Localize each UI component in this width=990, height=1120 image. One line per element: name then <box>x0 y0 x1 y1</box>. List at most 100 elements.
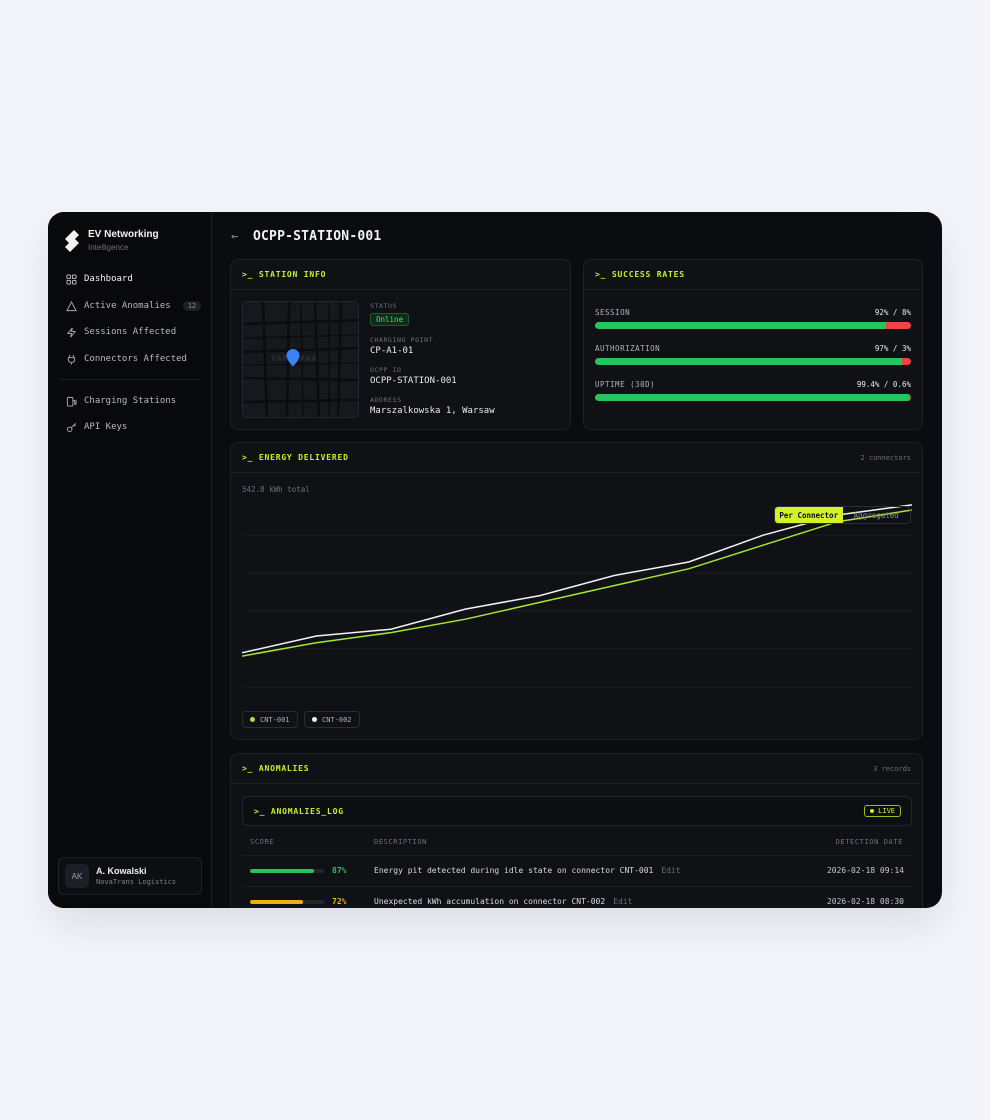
status-label: STATUS <box>370 302 398 310</box>
card-header: >_ STATION INFO <box>231 260 570 290</box>
bolt-icon <box>66 327 77 338</box>
anomalies-log-header: >_ ANOMALIES_LOG LIVE <box>242 796 912 826</box>
brand-logo-icon <box>65 230 79 252</box>
per-connector-toggle[interactable]: Per Connector <box>775 507 843 523</box>
sidebar-item-sessions-affected[interactable]: Sessions Affected <box>58 321 202 343</box>
user-name: A. Kowalski <box>96 866 147 876</box>
user-card[interactable]: AK A. Kowalski NovaTrans Logistics <box>58 857 202 895</box>
sidebar-item-label: Active Anomalies <box>84 301 171 311</box>
card-title: >_ ANOMALIES <box>242 764 310 773</box>
session-rate-label: SESSION <box>595 308 631 317</box>
session-rate-bar <box>595 322 911 329</box>
card-title: >_ ENERGY DELIVERED <box>242 453 349 462</box>
column-score[interactable]: SCORE <box>250 838 274 846</box>
uptime-rate-fill <box>595 394 910 401</box>
legend-dot <box>250 717 255 722</box>
warning-icon <box>66 300 77 312</box>
card-title: >_ STATION INFO <box>242 270 327 279</box>
uptime-rate-label: UPTIME (30D) <box>595 380 656 389</box>
column-detection-date[interactable]: DETECTION DATE <box>836 838 903 846</box>
edit-link[interactable]: Edit <box>661 866 680 875</box>
card-header: >_ SUCCESS RATES <box>584 260 922 290</box>
sidebar-item-label: Dashboard <box>84 274 133 284</box>
back-arrow-icon[interactable]: ← <box>231 229 238 243</box>
score-fill <box>250 869 315 873</box>
anomaly-count-badge: 12 <box>182 301 202 311</box>
legend-label: CNT-002 <box>322 715 352 724</box>
ocpp-id-label: OCPP ID <box>370 366 402 374</box>
table-row[interactable]: 87% Energy pit detected during idle stat… <box>242 855 912 886</box>
description-text: Energy pit detected during idle state on… <box>374 866 654 875</box>
legend-label: CNT-001 <box>260 715 290 724</box>
column-description[interactable]: DESCRIPTION <box>374 838 427 846</box>
energy-chart <box>242 504 912 688</box>
brand-name: EV Networking <box>88 229 159 240</box>
sidebar-item-label: Charging Stations <box>84 396 177 406</box>
live-label: LIVE <box>878 807 895 815</box>
map-pin-icon[interactable] <box>286 349 300 367</box>
main-content: ← OCPP-STATION-001 >_ STATION INFO VARS <box>213 212 942 908</box>
sidebar: EV Networking Intelligence Dashboard Act… <box>48 212 212 908</box>
station-info-card: >_ STATION INFO VARSZAWA ST <box>230 259 571 430</box>
legend-dot <box>312 717 317 722</box>
app-window: EV Networking Intelligence Dashboard Act… <box>48 212 942 908</box>
session-rate-value: 92% / 8% <box>874 308 911 317</box>
record-count: 3 records <box>873 765 911 773</box>
score-fill <box>250 900 304 904</box>
authorization-rate-label: AUTHORIZATION <box>595 344 661 353</box>
station-map[interactable]: VARSZAWA <box>242 301 359 418</box>
sidebar-divider <box>60 379 200 380</box>
page-title: OCPP-STATION-001 <box>253 229 382 244</box>
anomalies-card: >_ ANOMALIES 3 records >_ ANOMALIES_LOG … <box>230 753 923 908</box>
sidebar-item-api-keys[interactable]: API Keys <box>58 416 202 438</box>
brand[interactable]: EV Networking Intelligence <box>62 228 159 254</box>
sidebar-item-connectors-affected[interactable]: Connectors Affected <box>58 348 202 370</box>
live-dot-icon <box>870 809 875 813</box>
sidebar-item-label: Sessions Affected <box>84 327 177 337</box>
avatar: AK <box>65 864 89 888</box>
log-title: >_ ANOMALIES_LOG <box>254 807 344 816</box>
uptime-rate-bar <box>595 394 911 401</box>
ocpp-id-value: OCPP-STATION-001 <box>370 376 457 386</box>
status-badge: Online <box>370 313 410 326</box>
anomaly-description: Unexpected kWh accumulation on connector… <box>374 897 632 906</box>
page-background: EV Networking Intelligence Dashboard Act… <box>0 0 990 1120</box>
score-value: 72% <box>332 897 347 906</box>
user-org: NovaTrans Logistics <box>96 878 177 886</box>
sidebar-item-label: API Keys <box>84 422 128 432</box>
edit-link[interactable]: Edit <box>613 897 632 906</box>
card-header: >_ ANOMALIES 3 records <box>231 754 922 784</box>
sidebar-item-charging-stations[interactable]: Charging Stations <box>58 390 202 412</box>
legend-cnt-002[interactable]: CNT-002 <box>304 711 360 728</box>
score-bar <box>250 869 324 873</box>
energy-delivered-card: >_ ENERGY DELIVERED 2 connectors 542.8 k… <box>230 442 923 740</box>
plug-icon <box>66 354 77 365</box>
card-title: >_ SUCCESS RATES <box>595 270 685 279</box>
session-rate-fill <box>595 322 886 329</box>
address-value: Marszalkowska 1, Warsaw <box>370 406 495 416</box>
brand-subtitle: Intelligence <box>88 243 129 252</box>
success-rates-card: >_ SUCCESS RATES SESSION 92% / 8% AUTHOR… <box>583 259 923 430</box>
score-bar <box>250 900 324 904</box>
authorization-rate-bar <box>595 358 911 365</box>
grid-icon <box>66 273 77 285</box>
score-value: 87% <box>332 866 347 875</box>
charging-point-value: CP-A1-01 <box>370 346 414 356</box>
sidebar-item-active-anomalies[interactable]: Active Anomalies 12 <box>58 295 202 317</box>
legend-cnt-001[interactable]: CNT-001 <box>242 711 298 728</box>
connector-count: 2 connectors <box>860 454 911 462</box>
detection-date: 2026-02-18 08:30 <box>826 897 904 906</box>
uptime-rate-value: 99.4% / 0.6% <box>856 380 911 389</box>
aggregated-toggle[interactable]: Aggregated <box>843 507 911 523</box>
card-header: >_ ENERGY DELIVERED 2 connectors <box>231 443 922 473</box>
description-text: Unexpected kWh accumulation on connector… <box>374 897 606 906</box>
table-row[interactable]: 72% Unexpected kWh accumulation on conne… <box>242 886 912 908</box>
sidebar-item-dashboard[interactable]: Dashboard <box>58 268 202 290</box>
series-line-cnt-002 <box>242 504 912 654</box>
address-label: ADDRESS <box>370 396 402 404</box>
charging-point-label: CHARGING POINT <box>370 336 434 344</box>
detection-date: 2026-02-18 09:14 <box>826 866 904 875</box>
authorization-rate-value: 97% / 3% <box>874 344 911 353</box>
anomaly-description: Energy pit detected during idle state on… <box>374 866 681 875</box>
sidebar-item-label: Connectors Affected <box>84 354 187 364</box>
